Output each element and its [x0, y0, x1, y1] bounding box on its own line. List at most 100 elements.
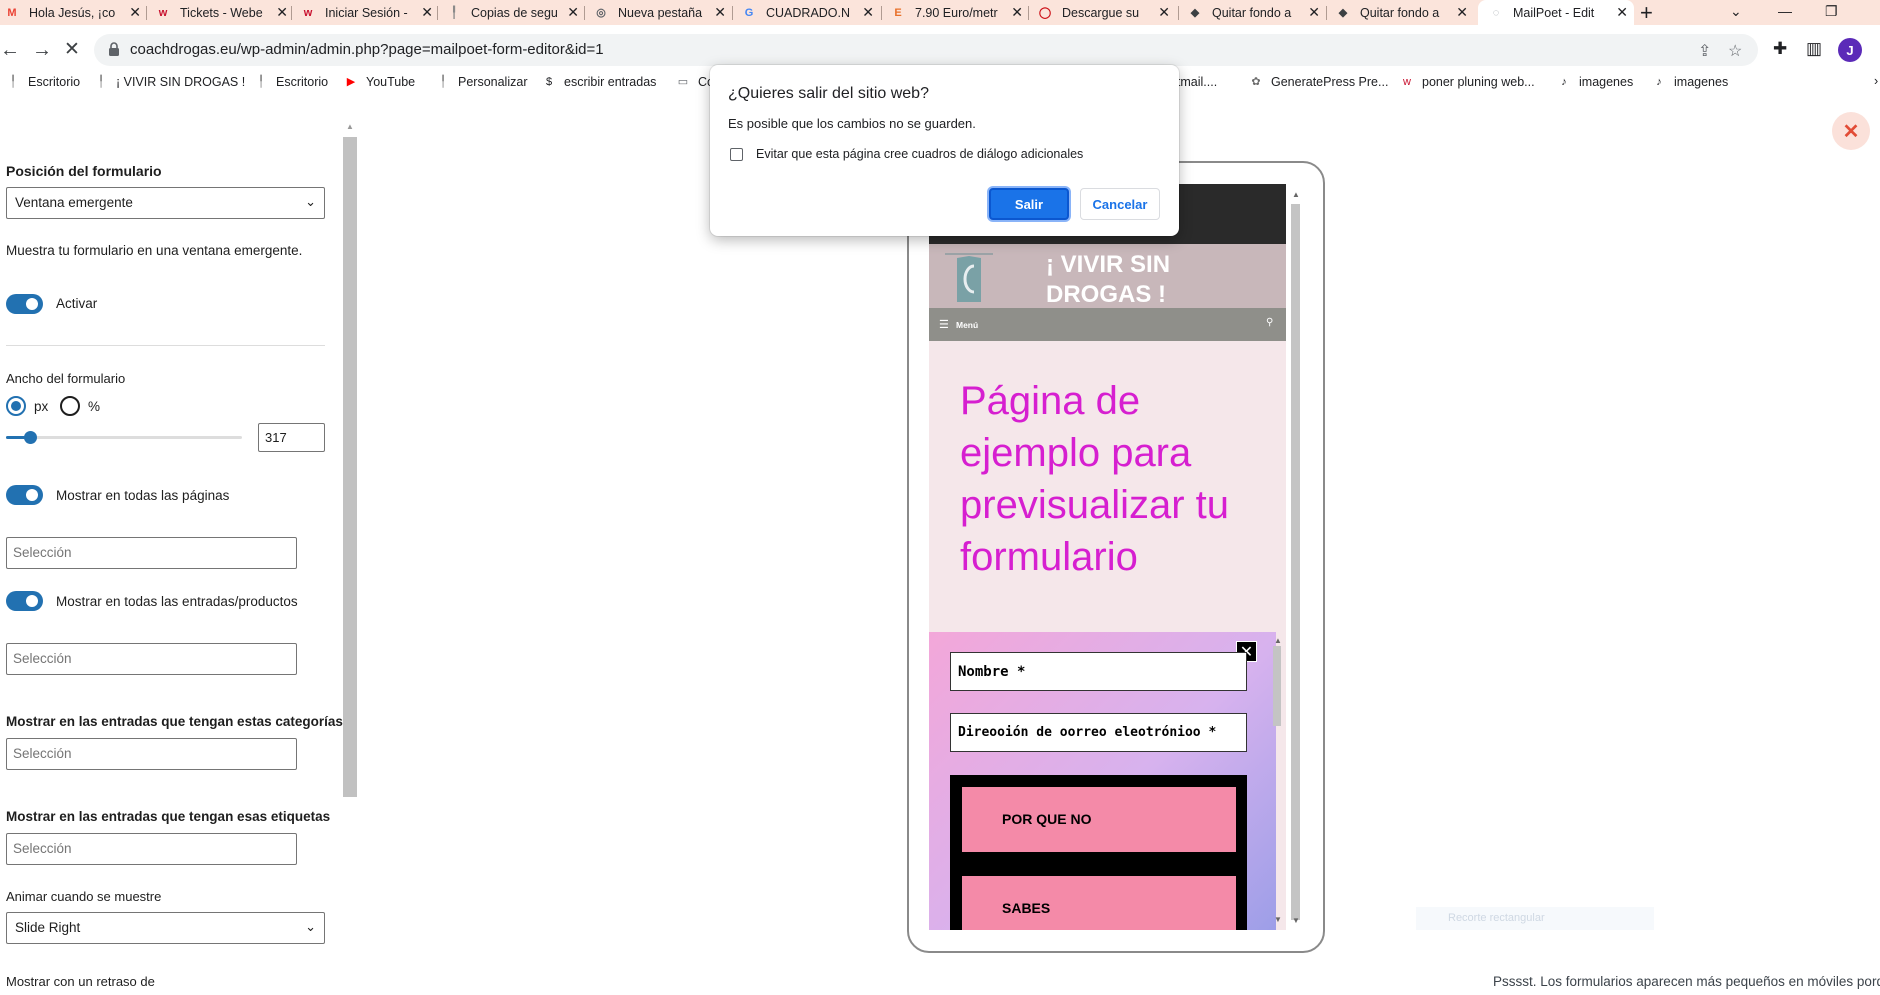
close-tab-icon[interactable]: ✕ [862, 4, 874, 21]
close-tab-icon[interactable]: ✕ [276, 4, 288, 21]
close-tab-icon[interactable]: ✕ [567, 4, 579, 21]
bookmark-item[interactable]: ╿ Escritorio [6, 75, 80, 89]
bookmark-item[interactable]: ╿ Escritorio [254, 75, 328, 89]
bookmark-favicon-icon: ✿ [1251, 76, 1261, 88]
popup-scroll-up-icon[interactable]: ▲ [1274, 636, 1282, 645]
prevent-dialogs-checkbox[interactable] [730, 148, 743, 161]
tab-search-icon[interactable]: ⌄ [1730, 0, 1742, 22]
posts-selection-input[interactable]: Selección [6, 643, 297, 675]
bookmark-favicon-icon: ╿ [9, 76, 17, 88]
bookmark-item[interactable]: ♪ imagenes [1652, 75, 1728, 89]
tab-separator [584, 6, 585, 20]
browser-tab[interactable]: ◎ Nueva pestaña ✕ [585, 0, 732, 25]
bookmark-item[interactable]: $ escribir entradas [542, 75, 656, 89]
bookmark-favicon-icon: ♪ [1561, 76, 1567, 88]
close-tab-icon[interactable]: ✕ [1456, 4, 1468, 21]
restore-icon[interactable]: ❐ [1825, 0, 1838, 22]
browser-tab[interactable]: w Tickets - Webe ✕ [147, 0, 294, 25]
show-all-pages-toggle[interactable] [6, 485, 43, 505]
search-icon[interactable]: ⚲ [1266, 317, 1273, 328]
position-select[interactable]: Ventana emergente ⌄ [6, 187, 325, 219]
stop-loading-icon[interactable]: ✕ [64, 37, 80, 63]
browser-tab[interactable]: ◆ Quitar fondo a ✕ [1327, 0, 1474, 25]
browser-tab[interactable]: ◯ Descargue su ✕ [1029, 0, 1176, 25]
scroll-up-arrow-icon[interactable]: ▲ [346, 122, 354, 131]
side-panel-icon[interactable]: ▥ [1806, 39, 1822, 59]
popup-scroll-down-icon[interactable]: ▼ [1274, 915, 1282, 924]
tab-separator [146, 6, 147, 20]
width-input[interactable]: 317 [258, 423, 325, 452]
width-slider-thumb[interactable] [24, 431, 37, 444]
preview-scroll-down-icon[interactable]: ▼ [1292, 916, 1300, 925]
browser-tab[interactable]: w Iniciar Sesión - ✕ [292, 0, 439, 25]
close-preview-button[interactable]: ✕ [1832, 112, 1870, 150]
sabes-button[interactable]: SABES [962, 876, 1236, 930]
minimize-icon[interactable]: — [1778, 0, 1792, 22]
site-logo [945, 253, 993, 302]
tags-selection-input[interactable]: Selección [6, 833, 297, 865]
animate-label: Animar cuando se muestre [6, 889, 162, 904]
browser-tab[interactable]: ◆ Quitar fondo a ✕ [1179, 0, 1326, 25]
panel-scrollbar[interactable] [343, 137, 357, 797]
browser-tab[interactable]: E 7.90 Euro/metr ✕ [882, 0, 1029, 25]
cancel-button[interactable]: Cancelar [1080, 188, 1160, 220]
activate-toggle[interactable] [6, 294, 43, 314]
leave-button[interactable]: Salir [989, 188, 1069, 220]
unit-percent-radio[interactable] [60, 396, 80, 416]
bookmark-item[interactable]: ╿ ¡ VIVIR SIN DROGAS ! [94, 75, 246, 89]
close-tab-icon[interactable]: ✕ [1158, 4, 1170, 21]
tab-title: CUADRADO.N [766, 5, 851, 20]
browser-tab[interactable]: ◌ MailPoet - Edit ✕ [1478, 0, 1634, 25]
bookmark-star-icon[interactable]: ☆ [1728, 41, 1742, 61]
profile-avatar[interactable]: J [1838, 38, 1862, 62]
email-field[interactable]: Direooión de oorreo eleotrónioo * [950, 713, 1247, 752]
tab-separator [437, 6, 438, 20]
forward-icon[interactable]: → [32, 37, 52, 63]
preview-scroll-up-icon[interactable]: ▲ [1292, 190, 1300, 199]
bookmark-item[interactable]: ♪ imagenes [1557, 75, 1633, 89]
por-que-no-button[interactable]: POR QUE NO [962, 787, 1236, 852]
dialog-title: ¿Quieres salir del sitio web? [728, 85, 929, 102]
bookmark-label: YouTube [366, 75, 416, 89]
close-tab-icon[interactable]: ✕ [129, 4, 141, 21]
tab-title: Quitar fondo a [1212, 5, 1292, 20]
tab-title: 7.90 Euro/metr [915, 5, 998, 20]
tab-separator [1178, 6, 1179, 20]
close-tab-icon[interactable]: ✕ [1308, 4, 1320, 21]
tab-title: Copias de segu [471, 5, 558, 20]
popup-scrollbar[interactable] [1273, 646, 1281, 726]
name-field[interactable]: Nombre * [950, 652, 1247, 691]
browser-tab[interactable]: G CUADRADO.N ✕ [733, 0, 880, 25]
bookmark-favicon-icon: w [1403, 76, 1411, 88]
show-all-posts-toggle[interactable] [6, 591, 43, 611]
more-bookmarks-icon[interactable]: › [1874, 74, 1878, 88]
preview-scrollbar[interactable] [1291, 204, 1300, 920]
activate-label: Activar [56, 296, 98, 311]
close-tab-icon[interactable]: ✕ [1616, 4, 1628, 21]
bookmark-item[interactable]: ▭ Co [676, 75, 714, 89]
hamburger-icon[interactable]: ☰ [939, 318, 949, 331]
close-tab-icon[interactable]: ✕ [421, 4, 433, 21]
address-bar[interactable]: coachdrogas.eu/wp-admin/admin.php?page=m… [94, 34, 1758, 66]
site-menu-label[interactable]: Menú [956, 320, 978, 330]
tab-separator [1028, 6, 1029, 20]
close-tab-icon[interactable]: ✕ [1011, 4, 1023, 21]
bookmark-item[interactable]: ▶ YouTube [344, 75, 415, 89]
bookmark-label: Personalizar [458, 75, 528, 89]
width-slider[interactable] [6, 431, 242, 444]
unit-px-radio[interactable] [6, 396, 26, 416]
bookmark-item[interactable]: ╿ Personalizar [436, 75, 528, 89]
browser-tab[interactable]: ╿ Copias de segu ✕ [438, 0, 585, 25]
animate-select[interactable]: Slide Right ⌄ [6, 912, 325, 944]
browser-tab[interactable]: M Hola Jesús, ¡co ✕ [0, 0, 147, 25]
pages-selection-input[interactable]: Selección [6, 537, 297, 569]
bookmark-favicon-icon: ♪ [1656, 76, 1662, 88]
back-icon[interactable]: ← [0, 37, 20, 63]
bookmark-item[interactable]: ✿ GeneratePress Pre... [1249, 75, 1388, 89]
extensions-icon[interactable]: ✚ [1773, 39, 1787, 59]
categories-selection-input[interactable]: Selección [6, 738, 297, 770]
share-icon[interactable]: ⇪ [1698, 41, 1711, 61]
new-tab-button[interactable]: + [1640, 0, 1653, 25]
close-tab-icon[interactable]: ✕ [714, 4, 726, 21]
bookmark-item[interactable]: w poner pluning web... [1400, 75, 1535, 89]
